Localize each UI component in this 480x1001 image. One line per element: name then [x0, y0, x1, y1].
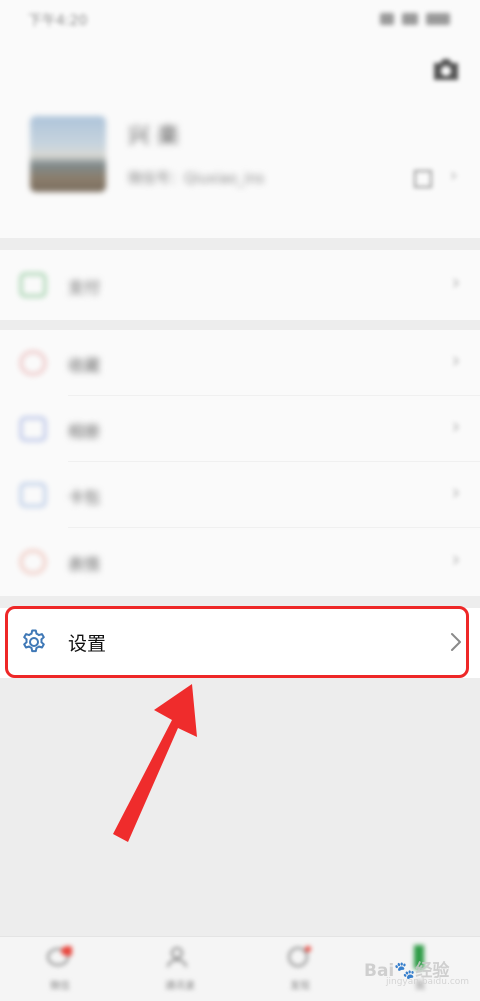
avatar[interactable]: [30, 116, 106, 192]
menu-item-favorites[interactable]: 收藏 ›: [0, 330, 480, 396]
wifi-icon: [402, 13, 418, 25]
favorites-icon: [20, 351, 46, 375]
tab-discover[interactable]: 发现: [240, 937, 360, 1001]
moments-icon: [20, 417, 46, 441]
settings-label: 设置: [68, 633, 107, 655]
chat-icon: [47, 946, 72, 966]
status-bar: 下午4:20: [0, 0, 480, 40]
pay-icon: [20, 273, 46, 297]
battery-icon: [426, 13, 450, 25]
profile-name: 兴 楽: [128, 124, 179, 149]
tab-label: 通讯录: [165, 981, 195, 992]
chevron-right-icon: ›: [452, 348, 460, 372]
menu-item-stickers[interactable]: 表情 ›: [0, 528, 480, 596]
tab-label: 微信: [50, 981, 70, 992]
gear-icon: [23, 629, 45, 653]
chevron-right-icon: ›: [452, 414, 460, 438]
chevron-right-icon: ›: [452, 270, 460, 294]
profile-header: 下午4:20 兴 楽 微信号：Qiuxiao_ins ›: [0, 0, 480, 238]
menu-item-cards[interactable]: 卡包 ›: [0, 462, 480, 528]
status-icons: [380, 11, 460, 27]
menu-item-label: 相册: [68, 422, 101, 441]
tab-contacts[interactable]: 通讯录: [120, 937, 240, 1001]
camera-icon[interactable]: [432, 56, 460, 82]
chevron-right-icon: ›: [452, 480, 460, 504]
chevron-right-icon: ›: [452, 547, 460, 571]
profile-id: 微信号：Qiuxiao_ins: [128, 171, 265, 187]
cards-icon: [20, 483, 46, 507]
tab-chats[interactable]: 微信: [0, 937, 120, 1001]
status-time: 下午4:20: [28, 13, 88, 29]
tab-label: 发现: [290, 981, 310, 992]
watermark-url: jingyan.baidu.com: [386, 977, 470, 987]
menu-item-moments[interactable]: 相册 ›: [0, 396, 480, 462]
signal-icon: [380, 13, 394, 25]
menu-item-pay[interactable]: 支付 ›: [0, 250, 480, 320]
compass-icon: [288, 946, 311, 967]
stickers-icon: [20, 550, 46, 574]
menu-item-label: 表情: [68, 555, 101, 574]
chevron-right-icon: [451, 633, 461, 651]
qr-code-icon[interactable]: [414, 170, 432, 188]
menu-item-label: 支付: [68, 278, 101, 297]
contacts-icon: [167, 947, 187, 968]
chevron-right-icon: ›: [450, 165, 458, 186]
menu-item-label: 卡包: [68, 488, 101, 507]
menu-item-label: 收藏: [68, 356, 101, 375]
